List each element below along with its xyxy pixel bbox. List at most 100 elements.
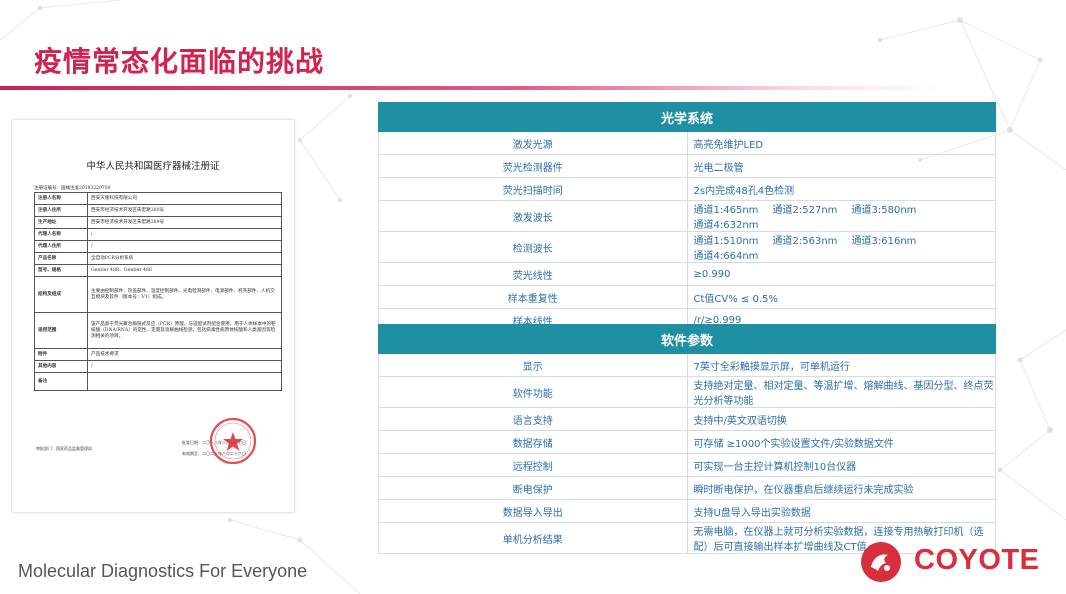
registration-certificate: 中华人民共和国医疗器械注册证 注册证编号：国械注准20183220700 注册人… <box>12 120 294 512</box>
spec-label: 检测波长 <box>378 231 688 263</box>
spec-row: 荧光检测器件 光电二极管 <box>378 154 996 178</box>
certificate-field-label: 其他内容 <box>34 360 88 373</box>
footer-tagline: Molecular Diagnostics For Everyone <box>18 561 308 581</box>
certificate-row: 代理人名称 / <box>34 228 282 241</box>
spec-label: 荧光线性 <box>378 262 688 286</box>
certificate-field-value <box>87 372 282 391</box>
spec-label: 断电保护 <box>378 476 688 500</box>
certificate-row: 代理人住所 / <box>34 240 282 253</box>
certificate-field-label: 代理人住所 <box>34 240 88 253</box>
certificate-field-value: 西安市经济技术开发区朱宏路389号 <box>87 204 282 217</box>
spec-label: 数据导入导出 <box>378 499 688 523</box>
certificate-field-label: 生产地址 <box>34 216 88 229</box>
spec-label: 激发光源 <box>378 131 688 155</box>
certificate-field-label: 附件 <box>34 348 88 361</box>
certificate-field-label: 注册人住所 <box>34 204 88 217</box>
spec-label: 单机分析结果 <box>378 522 688 554</box>
logo-text: COYOTE <box>914 544 1040 576</box>
spec-row: 软件功能 支持绝对定量、相对定量、等温扩增、熔解曲线、基因分型、终点荧光分析等功能 <box>378 376 996 408</box>
certificate-field-label: 注册人名称 <box>34 192 88 205</box>
spec-value: 支持中/英文双语切换 <box>686 407 996 431</box>
certificate-field-value: 该产品基于荧光聚合酶链式反应（PCR）原理，与适配试剂配合使用，用于人体样本中的… <box>87 312 282 349</box>
coyote-logo-icon <box>861 542 901 582</box>
channel-value: 通道1:465nm <box>693 205 759 216</box>
page-title: 疫情常态化面临的挑战 <box>34 45 325 78</box>
spec-row: 断电保护 瞬时断电保护，在仪器重启后继续运行未完成实验 <box>378 476 996 500</box>
official-seal-icon <box>209 417 257 465</box>
certificate-row: 型号、规格 Gentier 48R、Gentier 48E <box>34 264 282 277</box>
spec-label: 数据存储 <box>378 430 688 454</box>
channel-value: 通道2:563nm <box>772 236 838 247</box>
spec-row: 数据存储 可存储 ≥1000个实验设置文件/实验数据文件 <box>378 430 996 454</box>
certificate-number: 注册证编号：国械注准20183220700 <box>34 186 111 191</box>
certificate-field-value: 主要由控制部件、热盖部件、温度控制部件、光电检测部件、电源部件、机壳部件、人机交… <box>87 276 282 313</box>
spec-row: 激发光源 高亮免维护LED <box>378 131 996 155</box>
title-underline <box>0 86 940 90</box>
spec-value: 2s内完成48孔4色检测 <box>686 177 996 201</box>
channel-value: 通道2:527nm <box>772 205 838 216</box>
spec-value: 可实现一台主控计算机控制10台仪器 <box>686 453 996 477</box>
certificate-row: 产品名称 全自动PCR分析系统 <box>34 252 282 265</box>
spec-label: 语言支持 <box>378 407 688 431</box>
certificate-field-value: / <box>87 228 282 241</box>
spec-value: 通道1:510nm 通道2:563nm 通道3:616nm 通道4:664nm <box>686 231 996 263</box>
spec-label: 样本重复性 <box>378 285 688 309</box>
certificate-title: 中华人民共和国医疗器械注册证 <box>86 161 220 172</box>
spec-value: 高亮免维护LED <box>686 131 996 155</box>
certificate-field-label: 结构及组成 <box>34 276 88 313</box>
certificate-table: 注册人名称 西安天隆科技有限公司 注册人住所 西安市经济技术开发区朱宏路389号 生产地… <box>34 192 282 391</box>
certificate-row: 备注 <box>34 372 282 391</box>
certificate-field-label: 产品名称 <box>34 252 88 265</box>
channel-value: 通道4:664nm <box>693 251 759 262</box>
certificate-row: 注册人住所 西安市经济技术开发区朱宏路389号 <box>34 204 282 217</box>
spec-label: 远程控制 <box>378 453 688 477</box>
channel-value: 通道3:616nm <box>851 236 917 247</box>
certificate-field-value: 全自动PCR分析系统 <box>87 252 282 265</box>
spec-label: 荧光检测器件 <box>378 154 688 178</box>
certificate-field-value: 西安天隆科技有限公司 <box>87 192 282 205</box>
certificate-field-value: 产品技术要求 <box>87 348 282 361</box>
certificate-field-label: 代理人名称 <box>34 228 88 241</box>
certificate-row: 生产地址 西安市经济技术开发区朱宏路389号 <box>34 216 282 229</box>
spec-value: 7英寸全彩触摸显示屏，可单机运行 <box>686 353 996 377</box>
certificate-row: 适用范围 该产品基于荧光聚合酶链式反应（PCR）原理，与适配试剂配合使用，用于人体… <box>34 312 282 349</box>
software-params-table: 软件参数 显示 7英寸全彩触摸显示屏，可单机运行 软件功能 支持绝对定量、相对定量、等… <box>378 324 996 554</box>
spec-label: 显示 <box>378 353 688 377</box>
spec-row: 数据导入导出 支持U盘导入导出实验数据 <box>378 499 996 523</box>
spec-row: 样本重复性 Ct值CV% ≤ 0.5% <box>378 285 996 309</box>
certificate-field-label: 备注 <box>34 372 88 391</box>
certificate-row: 结构及组成 主要由控制部件、热盖部件、温度控制部件、光电检测部件、电源部件、机壳部… <box>34 276 282 313</box>
spec-row: 检测波长 通道1:510nm 通道2:563nm 通道3:616nm 通道4:664nm <box>378 231 996 263</box>
certificate-field-value: / <box>87 240 282 253</box>
certificate-field-value: Gentier 48R、Gentier 48E <box>87 264 282 277</box>
certificate-approver: 审批部门：国家药品监督管理局 <box>36 446 92 451</box>
channel-value: 通道1:510nm <box>693 236 759 247</box>
spec-row: 激发波长 通道1:465nm 通道2:527nm 通道3:580nm 通道4:632nm <box>378 200 996 232</box>
spec-value: 可存储 ≥1000个实验设置文件/实验数据文件 <box>686 430 996 454</box>
spec-value: 光电二极管 <box>686 154 996 178</box>
spec-value: 支持绝对定量、相对定量、等温扩增、熔解曲线、基因分型、终点荧光分析等功能 <box>686 376 996 408</box>
spec-value: Ct值CV% ≤ 0.5% <box>686 285 996 309</box>
optical-system-table: 光学系统 激发光源 高亮免维护LED 荧光检测器件 光电二极管 荧光扫描时间 2s内完成4… <box>378 102 996 332</box>
software-params-header: 软件参数 <box>378 324 996 354</box>
certificate-field-label: 型号、规格 <box>34 264 88 277</box>
channel-value: 通道4:632nm <box>693 220 759 231</box>
certificate-row: 附件 产品技术要求 <box>34 348 282 361</box>
optical-system-header: 光学系统 <box>378 102 996 132</box>
channel-value: 通道3:580nm <box>851 205 917 216</box>
spec-value: ≥0.990 <box>686 262 996 286</box>
coyote-logo: COYOTE <box>858 540 1050 584</box>
spec-label: 荧光扫描时间 <box>378 177 688 201</box>
spec-row: 远程控制 可实现一台主控计算机控制10台仪器 <box>378 453 996 477</box>
spec-row: 显示 7英寸全彩触摸显示屏，可单机运行 <box>378 353 996 377</box>
certificate-row: 注册人名称 西安天隆科技有限公司 <box>34 192 282 205</box>
spec-value: 支持U盘导入导出实验数据 <box>686 499 996 523</box>
certificate-row: 其他内容 / <box>34 360 282 373</box>
spec-label: 软件功能 <box>378 376 688 408</box>
spec-row: 语言支持 支持中/英文双语切换 <box>378 407 996 431</box>
spec-label: 激发波长 <box>378 200 688 232</box>
certificate-field-value: / <box>87 360 282 373</box>
spec-row: 荧光线性 ≥0.990 <box>378 262 996 286</box>
spec-value: 通道1:465nm 通道2:527nm 通道3:580nm 通道4:632nm <box>686 200 996 232</box>
certificate-field-value: 西安市经济技术开发区朱宏路389号 <box>87 216 282 229</box>
